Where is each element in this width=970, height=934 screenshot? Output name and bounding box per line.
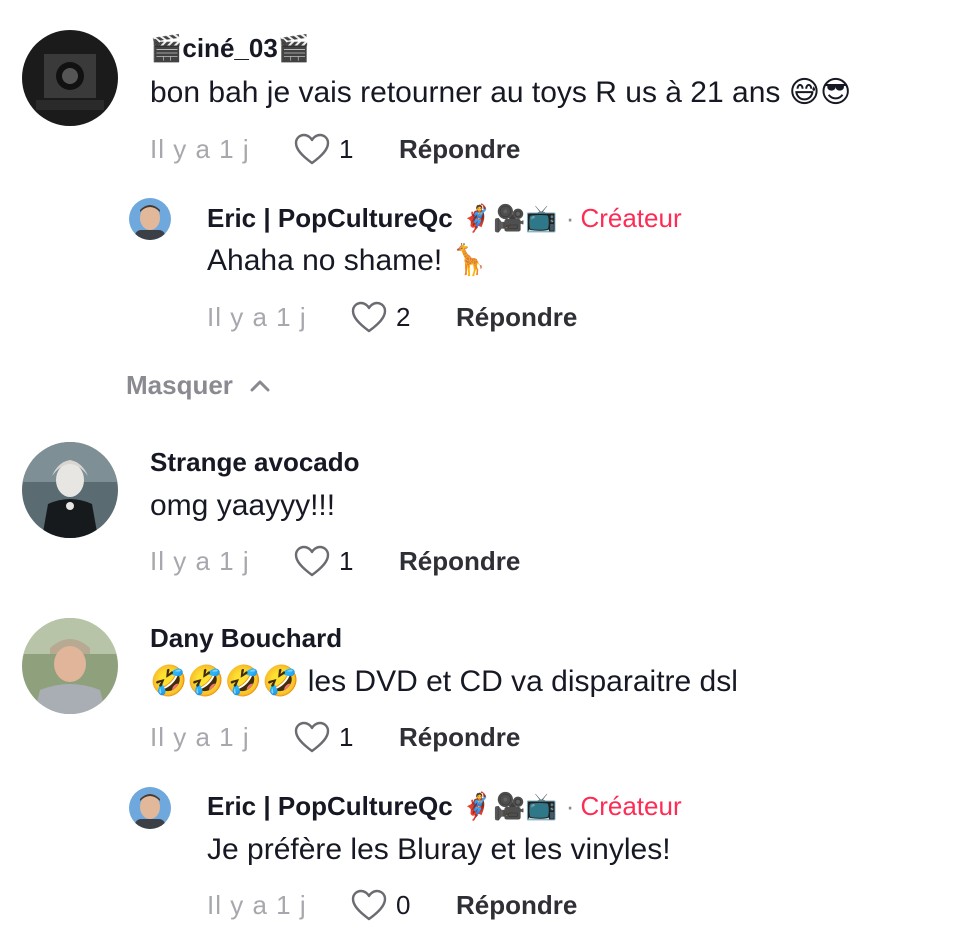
like-count: 0 (396, 890, 411, 920)
clapperboard-icon: 🎬 (150, 33, 183, 63)
comment-username[interactable]: Eric | PopCultureQc 🦸🎥📺 · Créateur (207, 202, 682, 234)
heart-outline-icon (294, 133, 330, 165)
hide-replies-button[interactable]: Masquer (126, 370, 271, 401)
reply-button[interactable]: Répondre (399, 721, 520, 753)
avatar[interactable] (22, 30, 118, 126)
superhero-camera-tv-icon: 🦸🎥📺 (460, 791, 558, 821)
comment-username[interactable]: 🎬 ciné_03 🎬 (150, 32, 310, 64)
comment-actions: Il y a 1 j 1 Répondre (150, 720, 520, 754)
reply-button[interactable]: Répondre (456, 889, 577, 921)
avatar[interactable] (129, 787, 171, 829)
reply-button[interactable]: Répondre (456, 301, 577, 333)
comment-timestamp: Il y a 1 j (150, 134, 250, 164)
avatar[interactable] (22, 442, 118, 538)
comment-timestamp: Il y a 1 j (150, 722, 250, 752)
heart-outline-icon (294, 721, 330, 753)
like-button[interactable]: 1 (293, 132, 399, 166)
like-count: 1 (339, 722, 354, 752)
like-button[interactable]: 0 (350, 888, 456, 922)
superhero-camera-tv-icon: 🦸🎥📺 (460, 203, 558, 233)
comment-actions: Il y a 1 j 1 Répondre (150, 132, 520, 166)
like-count: 1 (339, 134, 354, 164)
avatar[interactable] (22, 618, 118, 714)
reply-button[interactable]: Répondre (399, 133, 520, 165)
reply-button[interactable]: Répondre (399, 545, 520, 577)
avatar[interactable] (129, 198, 171, 240)
like-button[interactable]: 2 (350, 300, 456, 334)
comment-username[interactable]: Dany Bouchard (150, 622, 342, 654)
comment-timestamp: Il y a 1 j (207, 302, 307, 332)
comment-text: bon bah je vais retourner au toys R us à… (150, 76, 852, 109)
like-count: 1 (339, 546, 354, 576)
heart-outline-icon (294, 545, 330, 577)
comment-actions: Il y a 1 j 0 Répondre (207, 888, 577, 922)
comment-text: omg yaayyy!!! (150, 489, 336, 522)
username-text: Strange avocado (150, 447, 360, 477)
username-text: Eric | PopCultureQc (207, 791, 453, 821)
creator-badge: Créateur (580, 203, 682, 233)
heart-outline-icon (351, 301, 387, 333)
separator: · (565, 203, 575, 233)
username-text: ciné_03 (182, 33, 278, 63)
username-text: Eric | PopCultureQc (207, 203, 453, 233)
comment-username[interactable]: Strange avocado (150, 446, 360, 478)
clapperboard-icon: 🎬 (277, 33, 311, 63)
comment-timestamp: Il y a 1 j (207, 890, 307, 920)
heart-outline-icon (351, 889, 387, 921)
like-button[interactable]: 1 (293, 720, 399, 754)
hide-replies-label: Masquer (126, 370, 233, 400)
like-count: 2 (396, 302, 411, 332)
comment-text: 🤣🤣🤣🤣 les DVD et CD va disparaitre dsl (150, 665, 738, 698)
comment-username[interactable]: Eric | PopCultureQc 🦸🎥📺 · Créateur (207, 790, 682, 822)
comment-timestamp: Il y a 1 j (150, 546, 250, 576)
chevron-up-icon (250, 380, 270, 391)
comment-text: Je préfère les Bluray et les vinyles! (207, 833, 671, 866)
comment-actions: Il y a 1 j 1 Répondre (150, 544, 520, 578)
like-button[interactable]: 1 (293, 544, 399, 578)
creator-badge: Créateur (580, 791, 682, 821)
username-text: Dany Bouchard (150, 623, 343, 653)
separator: · (565, 791, 575, 821)
comments-list: 🎬 ciné_03 🎬 bon bah je vais retourner au… (0, 0, 970, 934)
comment-actions: Il y a 1 j 2 Répondre (207, 300, 577, 334)
comment-text: Ahaha no shame! 🦒 (207, 244, 488, 277)
